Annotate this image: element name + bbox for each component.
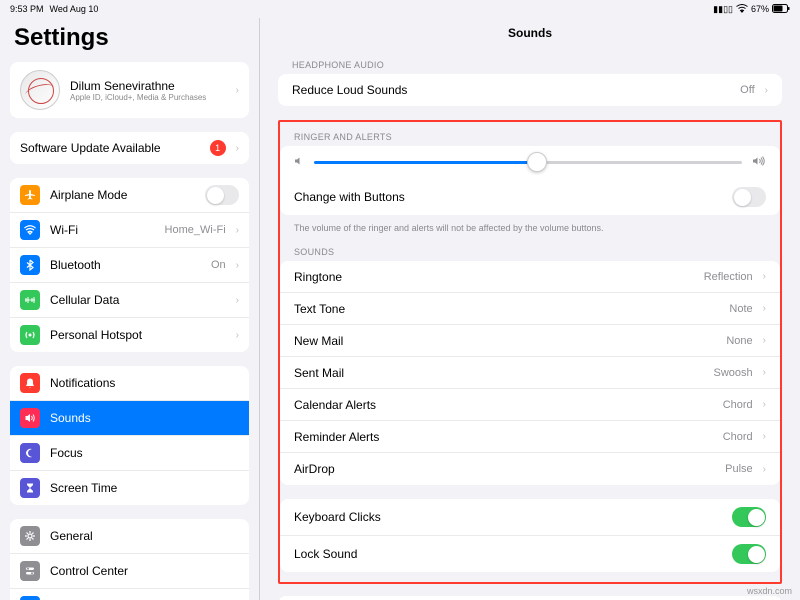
sidebar-title: Settings — [10, 18, 249, 62]
profile-sub: Apple ID, iCloud+, Media & Purchases — [70, 93, 226, 102]
profile-name: Dilum Senevirathne — [70, 79, 226, 93]
sidebar-item-label: Sounds — [50, 411, 239, 425]
wifi-icon — [736, 4, 748, 15]
volume-high-icon — [752, 156, 766, 169]
system-group: General Control Center AADisplay & Brightn… — [10, 519, 249, 600]
text-icon: AA — [20, 596, 40, 600]
bluetooth-icon — [20, 255, 40, 275]
lock-sound-row[interactable]: Lock Sound — [280, 536, 780, 572]
sidebar-item-notifications[interactable]: Notifications — [10, 366, 249, 401]
chevron-right-icon: › — [236, 85, 239, 96]
watermark: wsxdn.com — [747, 586, 792, 596]
sidebar-item-screen-time[interactable]: Screen Time — [10, 471, 249, 505]
airplane-icon — [20, 185, 40, 205]
toggle[interactable] — [732, 507, 766, 527]
highlight-annotation: RINGER AND ALERTS Chang — [278, 120, 782, 584]
chevron-right-icon: › — [763, 399, 766, 410]
sidebar-item-wi-fi[interactable]: Wi-FiHome_Wi-Fi› — [10, 213, 249, 248]
sidebar-item-label: Wi-Fi — [50, 223, 155, 237]
sidebar-item-general[interactable]: General — [10, 519, 249, 554]
ringtone-row[interactable]: RingtoneReflection› — [280, 261, 780, 293]
wifi-icon — [20, 220, 40, 240]
change-buttons-toggle[interactable] — [732, 187, 766, 207]
gear-icon — [20, 526, 40, 546]
headphone-header: HEADPHONE AUDIO — [278, 56, 782, 74]
main-panel: Sounds HEADPHONE AUDIO Reduce Loud Sound… — [260, 18, 800, 600]
software-update-row[interactable]: Software Update Available 1 › — [10, 132, 249, 164]
slider-thumb[interactable] — [527, 152, 547, 172]
toggle[interactable] — [732, 544, 766, 564]
keyboard-clicks-row[interactable]: Keyboard Clicks — [280, 499, 780, 536]
ringer-footer: The volume of the ringer and alerts will… — [280, 219, 780, 243]
sidebar-item-label: Airplane Mode — [50, 188, 195, 202]
sidebar-item-label: Bluetooth — [50, 258, 201, 272]
page-title: Sounds — [260, 18, 800, 56]
bell-icon — [20, 373, 40, 393]
profile-card[interactable]: Dilum Senevirathne Apple ID, iCloud+, Me… — [10, 62, 249, 118]
chevron-right-icon: › — [763, 271, 766, 282]
update-badge: 1 — [210, 140, 226, 156]
status-bar: 9:53 PM Wed Aug 10 ▮▮▯▯ 67% — [0, 0, 800, 18]
sidebar-item-display-&-brightness[interactable]: AADisplay & Brightness — [10, 589, 249, 600]
sounds-header: SOUNDS — [280, 243, 780, 261]
sidebar-item-bluetooth[interactable]: BluetoothOn› — [10, 248, 249, 283]
sidebar-item-label: Personal Hotspot — [50, 328, 226, 342]
sidebar-item-sounds[interactable]: Sounds — [10, 401, 249, 436]
sidebar-item-label: Notifications — [50, 376, 239, 390]
sidebar: Settings Dilum Senevirathne Apple ID, iC… — [0, 18, 260, 600]
sent-mail-row[interactable]: Sent MailSwoosh› — [280, 357, 780, 389]
sidebar-item-label: Control Center — [50, 564, 239, 578]
status-date: Wed Aug 10 — [50, 4, 99, 14]
sidebar-item-personal-hotspot[interactable]: Personal Hotspot › — [10, 318, 249, 352]
chevron-right-icon: › — [763, 303, 766, 314]
sidebar-item-label: General — [50, 529, 239, 543]
new-mail-row[interactable]: New MailNone› — [280, 325, 780, 357]
sidebar-item-focus[interactable]: Focus — [10, 436, 249, 471]
toggle[interactable] — [205, 185, 239, 205]
chevron-right-icon: › — [236, 330, 239, 341]
text-tone-row[interactable]: Text ToneNote› — [280, 293, 780, 325]
hourglass-icon — [20, 478, 40, 498]
reminder-alerts-row[interactable]: Reminder AlertsChord› — [280, 421, 780, 453]
fixed-position-row[interactable]: Fixed Position Volume Controls — [278, 596, 782, 600]
connectivity-group: Airplane ModeWi-FiHome_Wi-Fi›BluetoothOn… — [10, 178, 249, 352]
speaker-icon — [20, 408, 40, 428]
chevron-right-icon: › — [763, 367, 766, 378]
calendar-alerts-row[interactable]: Calendar AlertsChord› — [280, 389, 780, 421]
cellular-icon — [20, 290, 40, 310]
signal-icon: ▮▮▯▯ — [713, 4, 733, 15]
chevron-right-icon: › — [763, 464, 766, 475]
sidebar-item-label: Focus — [50, 446, 239, 460]
volume-slider[interactable] — [314, 161, 742, 164]
hotspot-icon — [20, 325, 40, 345]
reduce-loud-sounds-row[interactable]: Reduce Loud Sounds Off › — [278, 74, 782, 106]
sidebar-item-airplane-mode[interactable]: Airplane Mode — [10, 178, 249, 213]
chevron-right-icon: › — [236, 225, 239, 236]
chevron-right-icon: › — [763, 335, 766, 346]
sidebar-item-cellular-data[interactable]: Cellular Data › — [10, 283, 249, 318]
sidebar-item-label: Screen Time — [50, 481, 239, 495]
sidebar-item-label: Cellular Data — [50, 293, 226, 307]
battery-icon — [772, 4, 790, 15]
ringer-header: RINGER AND ALERTS — [280, 128, 780, 146]
moon-icon — [20, 443, 40, 463]
chevron-right-icon: › — [763, 431, 766, 442]
focus-group: Notifications Sounds Focus Screen Time — [10, 366, 249, 505]
volume-low-icon — [294, 156, 304, 169]
sidebar-item-control-center[interactable]: Control Center — [10, 554, 249, 589]
battery-pct: 67% — [751, 4, 769, 14]
airdrop-row[interactable]: AirDropPulse› — [280, 453, 780, 485]
chevron-right-icon: › — [236, 295, 239, 306]
change-with-buttons-row[interactable]: Change with Buttons — [280, 179, 780, 215]
chevron-right-icon: › — [236, 260, 239, 271]
update-group: Software Update Available 1 › — [10, 132, 249, 164]
chevron-right-icon: › — [765, 85, 768, 96]
status-time: 9:53 PM — [10, 4, 44, 14]
chevron-right-icon: › — [236, 143, 239, 154]
avatar — [20, 70, 60, 110]
volume-slider-row[interactable] — [280, 146, 780, 179]
switches-icon — [20, 561, 40, 581]
